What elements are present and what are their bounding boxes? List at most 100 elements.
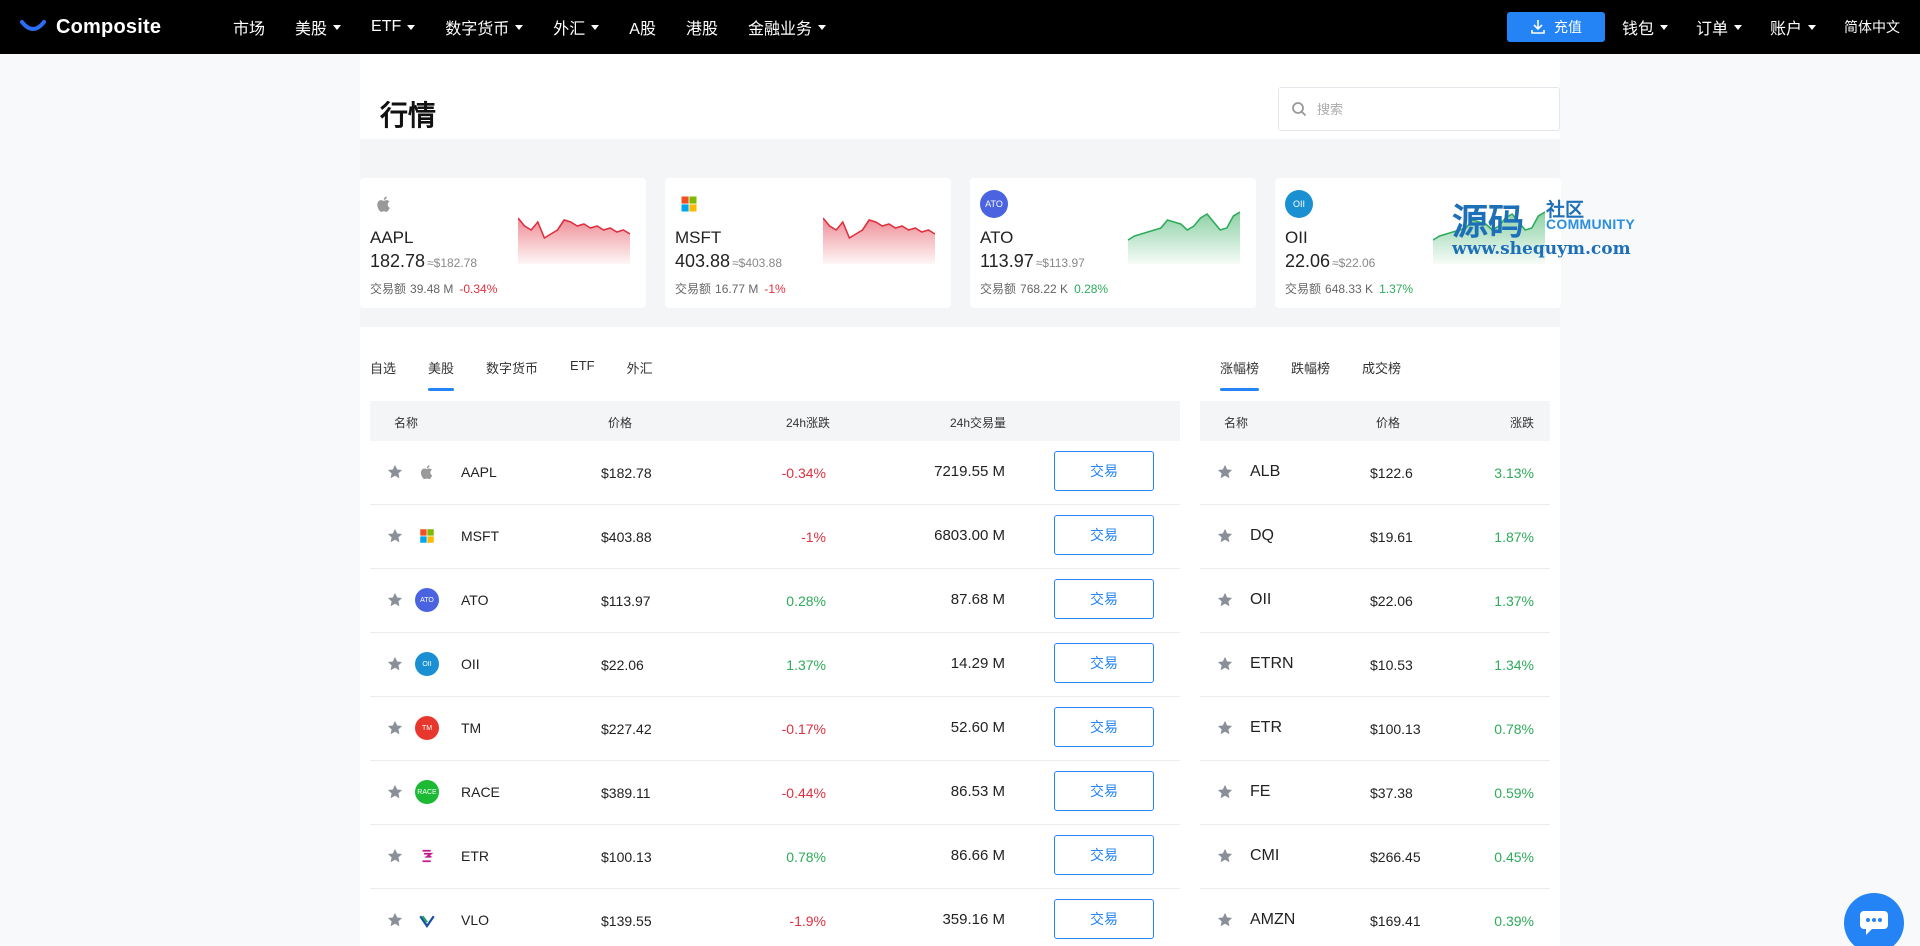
- star-icon[interactable]: [386, 911, 404, 929]
- row-symbol[interactable]: RACE: [461, 784, 500, 800]
- row-price: $403.88: [601, 529, 652, 545]
- star-icon[interactable]: [1216, 463, 1234, 481]
- rank-symbol[interactable]: ALB: [1250, 463, 1280, 481]
- star-icon[interactable]: [386, 783, 404, 801]
- nav-item-label: 美股: [295, 21, 328, 38]
- wallet-menu[interactable]: 钱包: [1622, 15, 1668, 39]
- row-symbol[interactable]: VLO: [461, 912, 489, 928]
- valero-icon: [415, 908, 439, 932]
- nav-item[interactable]: 金融业务: [748, 15, 826, 39]
- rank-header-price: 价格: [1376, 416, 1401, 430]
- rank-tab[interactable]: 涨幅榜: [1220, 358, 1260, 391]
- rank-symbol[interactable]: AMZN: [1250, 911, 1295, 929]
- nav-item[interactable]: A股: [629, 15, 656, 39]
- market-tab[interactable]: 外汇: [627, 358, 653, 391]
- rank-price: $100.13: [1370, 721, 1421, 737]
- row-symbol[interactable]: AAPL: [461, 464, 497, 480]
- rank-price: $37.38: [1370, 785, 1413, 801]
- chat-bubble-icon: [1860, 911, 1888, 935]
- card-volume-value: 16.77 M: [715, 282, 759, 296]
- star-icon[interactable]: [386, 719, 404, 737]
- header-volume: 24h交易量: [950, 416, 1007, 430]
- row-symbol[interactable]: MSFT: [461, 528, 499, 544]
- market-tab[interactable]: ETF: [570, 358, 595, 391]
- language-selector[interactable]: 简体中文: [1844, 17, 1900, 37]
- star-icon[interactable]: [1216, 655, 1234, 673]
- trade-button[interactable]: 交易: [1054, 579, 1154, 619]
- rank-symbol[interactable]: ETRN: [1250, 655, 1294, 673]
- rank-price: $122.6: [1370, 465, 1413, 481]
- rank-symbol[interactable]: CMI: [1250, 847, 1279, 865]
- card-volume: 交易额 39.48 M -0.34%: [370, 280, 497, 297]
- sparkline-chart: [1127, 200, 1241, 264]
- rank-price: $169.41: [1370, 913, 1421, 929]
- rank-symbol[interactable]: ETR: [1250, 719, 1282, 737]
- market-table-header: 名称 价格 24h涨跌 24h交易量: [370, 401, 1180, 441]
- nav-item[interactable]: 港股: [686, 15, 718, 39]
- nav-item[interactable]: 美股: [295, 15, 342, 39]
- market-tab[interactable]: 数字货币: [486, 358, 538, 391]
- star-icon[interactable]: [386, 655, 404, 673]
- star-icon[interactable]: [386, 847, 404, 865]
- market-tab[interactable]: 自选: [370, 358, 396, 391]
- microsoft-icon: [675, 190, 703, 218]
- trade-button[interactable]: 交易: [1054, 707, 1154, 747]
- trade-button[interactable]: 交易: [1054, 451, 1154, 491]
- watermark: 源码 社区 COMMUNITY www.shequym.com: [1450, 193, 1650, 263]
- tm-logo-icon: TM: [415, 716, 439, 740]
- rank-symbol[interactable]: DQ: [1250, 527, 1274, 545]
- nav-item[interactable]: 外汇: [553, 15, 600, 39]
- star-icon[interactable]: [1216, 911, 1234, 929]
- row-symbol[interactable]: ETR: [461, 848, 489, 864]
- nav-item[interactable]: ETF: [371, 18, 416, 36]
- rank-header-change: 涨跌: [1510, 416, 1535, 430]
- rank-tab[interactable]: 成交榜: [1362, 358, 1401, 391]
- star-icon[interactable]: [386, 527, 404, 545]
- page-title: 行情: [380, 100, 437, 131]
- row-volume: 52.60 M: [950, 719, 1005, 736]
- search-input[interactable]: [1317, 101, 1537, 117]
- trade-button[interactable]: 交易: [1054, 835, 1154, 875]
- row-change: -0.44%: [781, 785, 826, 801]
- nav-item[interactable]: 数字货币: [445, 15, 524, 39]
- watermark-community: COMMUNITY: [1546, 216, 1636, 232]
- logo[interactable]: Composite: [20, 16, 188, 39]
- trade-button[interactable]: 交易: [1054, 515, 1154, 555]
- download-icon: [1531, 20, 1545, 34]
- ticker-card[interactable]: MSFT 403.88 ≈$403.88 交易额 16.77 M -1%: [665, 178, 951, 308]
- row-symbol[interactable]: ATO: [461, 592, 489, 608]
- star-icon[interactable]: [1216, 847, 1234, 865]
- row-price: $113.97: [601, 593, 651, 609]
- row-price: $389.11: [601, 785, 651, 801]
- trade-button[interactable]: 交易: [1054, 899, 1154, 939]
- rank-tab[interactable]: 跌幅榜: [1291, 358, 1330, 391]
- star-icon[interactable]: [386, 463, 404, 481]
- market-table-row: VLO $139.55 -1.9% 359.16 M 交易: [370, 889, 1180, 946]
- orders-label: 订单: [1695, 21, 1728, 38]
- ticker-card[interactable]: ATO ATO 113.97 ≈$113.97 交易额 768.22 K 0.28%: [970, 178, 1256, 308]
- rank-symbol[interactable]: OII: [1250, 591, 1271, 609]
- rank-symbol[interactable]: FE: [1250, 783, 1270, 801]
- star-icon[interactable]: [1216, 591, 1234, 609]
- row-price: $22.06: [601, 657, 644, 673]
- nav-item[interactable]: 市场: [233, 15, 265, 39]
- card-volume-value: 39.48 M: [410, 282, 454, 296]
- ticker-card[interactable]: AAPL 182.78 ≈$182.78 交易额 39.48 M -0.34%: [360, 178, 646, 308]
- card-change: 0.28%: [1074, 282, 1109, 296]
- trade-button[interactable]: 交易: [1054, 771, 1154, 811]
- rank-table-row: ETRN $10.53 1.34%: [1200, 633, 1550, 697]
- account-menu[interactable]: 账户: [1770, 15, 1816, 39]
- logo-mark-icon: [20, 20, 46, 31]
- row-symbol[interactable]: TM: [461, 720, 481, 736]
- orders-menu[interactable]: 订单: [1696, 15, 1742, 39]
- trade-button[interactable]: 交易: [1054, 643, 1154, 683]
- star-icon[interactable]: [1216, 783, 1234, 801]
- row-symbol[interactable]: OII: [461, 656, 480, 672]
- star-icon[interactable]: [1216, 527, 1234, 545]
- market-tab[interactable]: 美股: [428, 358, 455, 391]
- star-icon[interactable]: [386, 591, 404, 609]
- star-icon[interactable]: [1216, 719, 1234, 737]
- chat-button[interactable]: [1844, 893, 1904, 946]
- deposit-button[interactable]: 充值: [1506, 12, 1605, 42]
- rank-price: $266.45: [1370, 849, 1421, 865]
